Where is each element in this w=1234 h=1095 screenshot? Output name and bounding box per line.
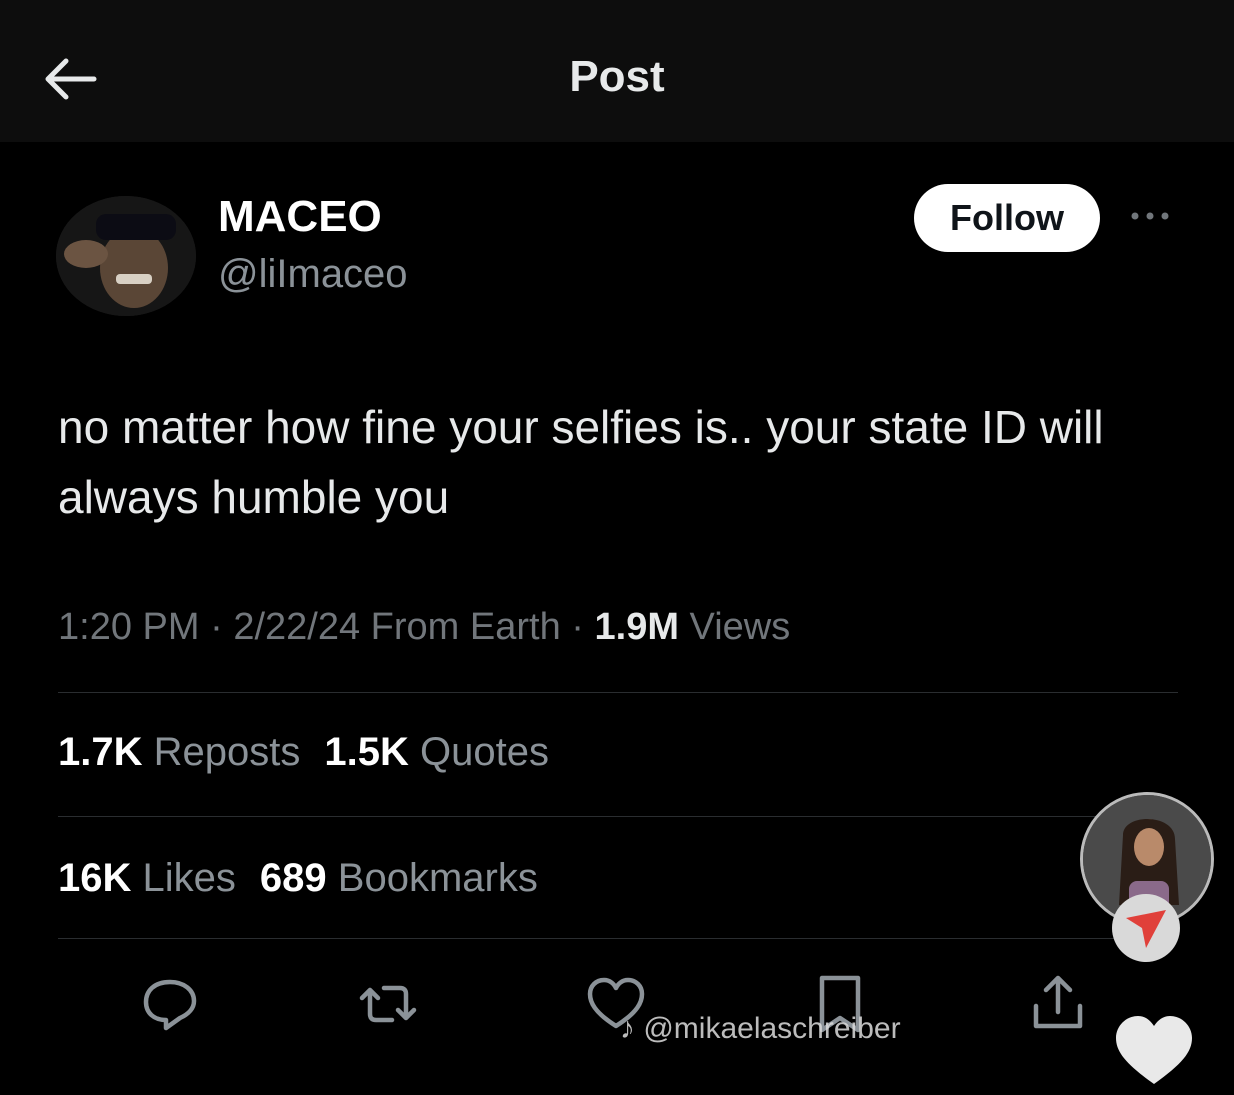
heart-icon [1116, 1016, 1192, 1084]
divider [58, 816, 1178, 817]
views-count: 1.9M [594, 606, 679, 648]
quotes-count: 1.5K [324, 730, 409, 774]
likes-stat[interactable]: 16K Likes [58, 856, 236, 900]
likes-label: Likes [142, 856, 236, 900]
video-like-button[interactable] [1112, 1010, 1196, 1090]
reposts-label: Reposts [153, 730, 301, 774]
watermark-handle: @mikaelaschreiber [643, 1012, 901, 1045]
tiktok-watermark: ♪ @mikaelaschreiber [620, 1012, 901, 1046]
stats-row-likes: 16K Likes 689 Bookmarks [58, 856, 538, 901]
author-avatar[interactable] [56, 196, 196, 316]
meta-separator: · [210, 606, 234, 648]
post-time: 1:20 PM [58, 606, 200, 648]
repost-button[interactable] [356, 972, 420, 1036]
more-horizontal-icon [1131, 212, 1169, 220]
stats-row-reposts: 1.7K Reposts 1.5K Quotes [58, 730, 549, 775]
tiktok-logo-icon: ♪ [620, 1012, 635, 1045]
more-button[interactable] [1128, 206, 1172, 226]
meta-separator: · [571, 606, 595, 648]
top-bar: Post [0, 0, 1234, 142]
author-display-name[interactable]: MACEO [218, 192, 382, 242]
share-button[interactable] [1026, 972, 1090, 1036]
divider [58, 938, 1178, 939]
views-label: Views [689, 606, 791, 648]
post-text: no matter how fine your selfies is.. you… [58, 401, 1104, 523]
likes-count: 16K [58, 856, 132, 900]
follow-button[interactable]: Follow [914, 184, 1100, 252]
repost-icon [359, 985, 417, 1023]
avatar-photo [56, 196, 196, 316]
post-meta: 1:20 PM · 2/22/24 From Earth · 1.9M View… [58, 606, 790, 649]
bookmarks-count: 689 [259, 856, 327, 900]
quotes-label: Quotes [420, 730, 549, 774]
bookmarks-stat[interactable]: 689 Bookmarks [260, 856, 538, 900]
quotes-stat[interactable]: 1.5K Quotes [324, 730, 549, 774]
bookmarks-label: Bookmarks [337, 856, 538, 900]
share-icon [1033, 975, 1083, 1029]
page-title: Post [569, 52, 665, 101]
reply-icon [143, 979, 197, 1031]
divider [58, 692, 1178, 693]
reply-button[interactable] [138, 972, 202, 1036]
reposts-stat[interactable]: 1.7K Reposts [58, 730, 300, 774]
send-button[interactable] [1112, 894, 1180, 962]
send-icon [1126, 910, 1166, 948]
post-date: 2/22/24 [233, 606, 361, 648]
post-location: From Earth [370, 606, 561, 648]
author-handle[interactable]: @liImaceo [218, 252, 408, 297]
reposts-count: 1.7K [58, 730, 143, 774]
